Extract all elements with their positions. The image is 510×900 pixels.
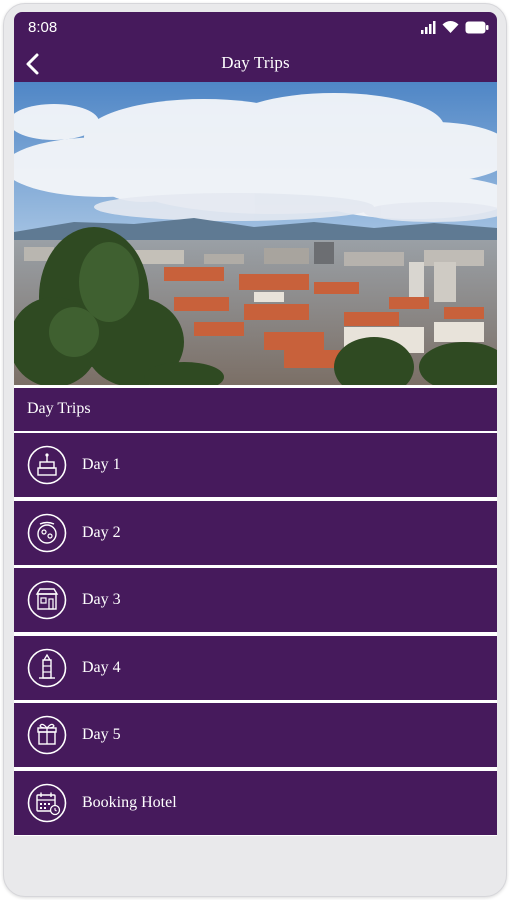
battery-icon: [465, 21, 489, 34]
section-header: Day Trips: [14, 388, 497, 431]
cake-icon: [27, 445, 67, 485]
bottom-bezel: [14, 836, 497, 886]
shop-icon: [27, 580, 67, 620]
menu-item-day-2[interactable]: Day 2: [14, 500, 497, 565]
menu-item-day-3[interactable]: Day 3: [14, 568, 497, 633]
app-bar: Day Trips: [14, 44, 497, 82]
status-icons: [420, 21, 489, 34]
wifi-icon: [442, 21, 459, 33]
city-panorama-image: [14, 82, 497, 385]
menu-item-booking-hotel[interactable]: Booking Hotel: [14, 770, 497, 835]
status-time: 8:08: [28, 19, 58, 36]
menu-item-label: Day 2: [82, 523, 121, 541]
menu-item-day-5[interactable]: Day 5: [14, 703, 497, 768]
tower-icon: [27, 648, 67, 688]
hero-image: [14, 82, 497, 385]
status-bar: 8:08: [14, 12, 497, 44]
calendar-icon: [27, 783, 67, 823]
menu-item-day-4[interactable]: Day 4: [14, 635, 497, 700]
page-title: Day Trips: [221, 53, 290, 72]
day-trips-menu: Day 1 Day 2 Day 3 Day 4 Day 5 Booking Ho…: [14, 433, 497, 836]
food-icon: [27, 513, 67, 552]
menu-item-label: Day 5: [82, 726, 121, 744]
gift-icon: [27, 716, 67, 755]
menu-item-day-1[interactable]: Day 1: [14, 433, 497, 497]
menu-item-label: Day 3: [82, 591, 121, 609]
menu-item-label: Day 4: [82, 658, 121, 676]
signal-icon: [421, 21, 436, 34]
menu-item-label: Booking Hotel: [82, 793, 177, 811]
app-screen: 8:08 Day Trips Day Trips Day 1 Day 2 Day…: [14, 12, 497, 836]
section-title: Day Trips: [27, 400, 91, 417]
menu-item-label: Day 1: [82, 456, 121, 473]
